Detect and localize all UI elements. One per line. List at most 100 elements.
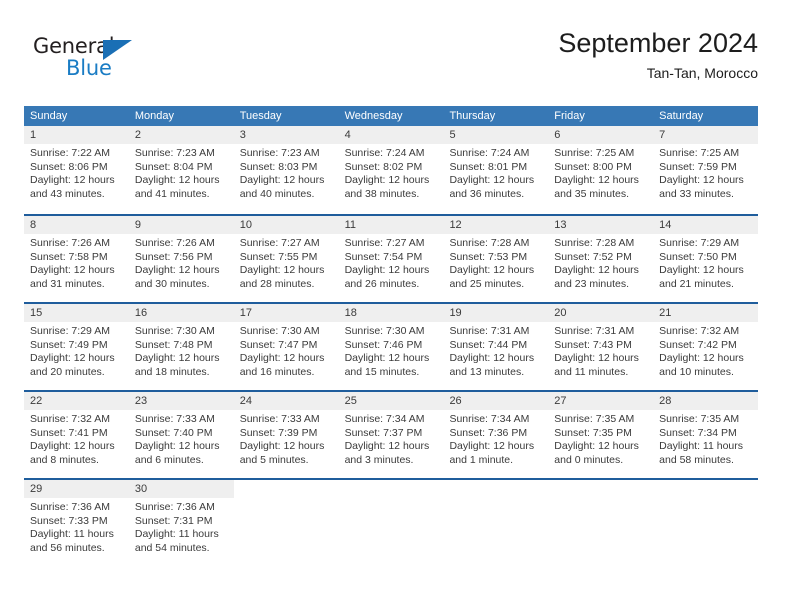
- daylight-text: Daylight: 11 hours: [659, 440, 744, 453]
- daylight-text-cont: and 26 minutes.: [344, 277, 420, 290]
- calendar-day-cell[interactable]: 20 Sunrise: 7:31 AM Sunset: 7:43 PM Dayligh…: [548, 304, 654, 390]
- daylight-text: Daylight: 12 hours: [344, 264, 430, 277]
- day-number-band: 24: [233, 392, 339, 410]
- calendar-day-cell[interactable]: 22 Sunrise: 7:32 AM Sunset: 7:41 PM Dayligh…: [24, 392, 129, 478]
- calendar-day-cell[interactable]: 7 Sunrise: 7:25 AM Sunset: 7:59 PM Daylight…: [653, 126, 759, 214]
- calendar-day-cell[interactable]: 4 Sunrise: 7:24 AM Sunset: 8:02 PM Daylight…: [338, 126, 444, 214]
- day-number-band: 30: [128, 480, 234, 498]
- day-number-band: 15: [24, 304, 129, 322]
- weekday-header-wednesday: Wednesday: [344, 110, 403, 122]
- calendar-day-cell[interactable]: 17 Sunrise: 7:30 AM Sunset: 7:47 PM Dayligh…: [233, 304, 339, 390]
- daylight-text-cont: and 18 minutes.: [134, 365, 210, 378]
- calendar-week-row: 15 Sunrise: 7:29 AM Sunset: 7:49 PM Dayligh…: [24, 302, 759, 390]
- sunset-text: Sunset: 7:55 PM: [239, 250, 318, 263]
- day-number-band: 8: [24, 216, 129, 234]
- daylight-text: Daylight: 12 hours: [134, 440, 220, 453]
- calendar-day-cell[interactable]: 5 Sunrise: 7:24 AM Sunset: 8:01 PM Daylight…: [443, 126, 549, 214]
- calendar-day-cell[interactable]: 28 Sunrise: 7:35 AM Sunset: 7:34 PM Dayligh…: [653, 392, 759, 478]
- day-details: Sunrise: 7:22 AM Sunset: 8:06 PM Daylight:…: [24, 144, 129, 201]
- day-number: 2: [134, 129, 141, 141]
- weekday-header-friday: Friday: [554, 110, 585, 122]
- day-number: 10: [239, 219, 252, 231]
- calendar-day-cell[interactable]: 6 Sunrise: 7:25 AM Sunset: 8:00 PM Daylight…: [548, 126, 654, 214]
- calendar-day-cell[interactable]: 24 Sunrise: 7:33 AM Sunset: 7:39 PM Dayligh…: [233, 392, 339, 478]
- day-number: 13: [554, 219, 567, 231]
- sunset-text: Sunset: 7:33 PM: [30, 514, 108, 527]
- day-number: 26: [449, 395, 462, 407]
- sunrise-text: Sunrise: 7:34 AM: [449, 413, 530, 425]
- calendar-day-cell[interactable]: 25 Sunrise: 7:34 AM Sunset: 7:37 PM Dayligh…: [338, 392, 444, 478]
- calendar-day-cell[interactable]: 16 Sunrise: 7:30 AM Sunset: 7:48 PM Dayligh…: [128, 304, 234, 390]
- calendar-day-cell[interactable]: 26 Sunrise: 7:34 AM Sunset: 7:36 PM Dayligh…: [443, 392, 549, 478]
- sunset-text: Sunset: 7:46 PM: [344, 338, 423, 351]
- day-details: [443, 498, 548, 501]
- day-details: Sunrise: 7:27 AM Sunset: 7:55 PM Daylight:…: [234, 234, 339, 291]
- calendar-day-cell[interactable]: 29 Sunrise: 7:36 AM Sunset: 7:33 PM Dayligh…: [24, 480, 129, 566]
- day-number-band: 13: [548, 216, 654, 234]
- daylight-text: Daylight: 11 hours: [30, 528, 114, 541]
- day-number: 22: [30, 395, 43, 407]
- calendar-day-cell[interactable]: 13 Sunrise: 7:28 AM Sunset: 7:52 PM Dayligh…: [548, 216, 654, 302]
- day-number-band: [548, 480, 654, 498]
- day-number-band: 6: [548, 126, 654, 144]
- calendar-day-cell[interactable]: 3 Sunrise: 7:23 AM Sunset: 8:03 PM Daylight…: [233, 126, 339, 214]
- calendar-day-cell[interactable]: 8 Sunrise: 7:26 AM Sunset: 7:58 PM Daylight…: [24, 216, 129, 302]
- day-number: 1: [30, 129, 37, 141]
- day-details: Sunrise: 7:24 AM Sunset: 8:01 PM Daylight:…: [443, 144, 548, 201]
- calendar-day-cell[interactable]: 2 Sunrise: 7:23 AM Sunset: 8:04 PM Daylight…: [128, 126, 234, 214]
- day-number: 21: [659, 307, 672, 319]
- day-details: Sunrise: 7:33 AM Sunset: 7:40 PM Daylight:…: [129, 410, 234, 467]
- calendar-day-cell[interactable]: 27 Sunrise: 7:35 AM Sunset: 7:35 PM Dayligh…: [548, 392, 654, 478]
- weekday-header-row: Sunday Monday Tuesday Wednesday Thursday Frid…: [24, 106, 758, 126]
- day-number: 4: [344, 129, 351, 141]
- day-details: Sunrise: 7:32 AM Sunset: 7:42 PM Daylight:…: [653, 322, 758, 379]
- daylight-text-cont: and 5 minutes.: [239, 453, 309, 466]
- sunset-text: Sunset: 7:52 PM: [554, 250, 632, 263]
- day-number-band: 2: [128, 126, 234, 144]
- sunrise-text: Sunrise: 7:32 AM: [659, 325, 740, 337]
- calendar-day-cell[interactable]: 18 Sunrise: 7:30 AM Sunset: 7:46 PM Dayligh…: [338, 304, 444, 390]
- day-number: 30: [134, 483, 148, 495]
- day-details: Sunrise: 7:25 AM Sunset: 7:59 PM Daylight:…: [653, 144, 758, 201]
- daylight-text: Daylight: 12 hours: [659, 174, 744, 187]
- daylight-text: Daylight: 12 hours: [449, 352, 535, 365]
- day-number: 23: [134, 395, 148, 407]
- daylight-text-cont: and 16 minutes.: [239, 365, 315, 378]
- calendar-day-cell[interactable]: 21 Sunrise: 7:32 AM Sunset: 7:42 PM Dayligh…: [653, 304, 759, 390]
- calendar-day-cell[interactable]: 1 Sunrise: 7:22 AM Sunset: 8:06 PM Daylight…: [24, 126, 129, 214]
- sunset-text: Sunset: 8:01 PM: [449, 160, 528, 173]
- sunrise-text: Sunrise: 7:31 AM: [554, 325, 635, 337]
- daylight-text: Daylight: 12 hours: [134, 174, 220, 187]
- day-number-band: 26: [443, 392, 549, 410]
- day-number: 20: [554, 307, 567, 319]
- sunset-text: Sunset: 8:00 PM: [554, 160, 632, 173]
- calendar-day-cell[interactable]: 15 Sunrise: 7:29 AM Sunset: 7:49 PM Dayligh…: [24, 304, 129, 390]
- day-number: 17: [239, 307, 252, 319]
- calendar-day-cell[interactable]: 11 Sunrise: 7:27 AM Sunset: 7:54 PM Dayligh…: [338, 216, 444, 302]
- daylight-text: Daylight: 12 hours: [659, 352, 744, 365]
- daylight-text-cont: and 36 minutes.: [449, 187, 525, 200]
- sunset-text: Sunset: 7:53 PM: [449, 250, 528, 263]
- sunset-text: Sunset: 7:31 PM: [134, 514, 213, 527]
- daylight-text: Daylight: 12 hours: [344, 440, 430, 453]
- day-number-band: 10: [233, 216, 339, 234]
- day-details: [339, 498, 444, 501]
- calendar-day-cell[interactable]: 30 Sunrise: 7:36 AM Sunset: 7:31 PM Dayligh…: [128, 480, 234, 566]
- sunset-text: Sunset: 7:34 PM: [659, 426, 737, 439]
- daylight-text: Daylight: 12 hours: [449, 440, 535, 453]
- calendar-day-cell[interactable]: 12 Sunrise: 7:28 AM Sunset: 7:53 PM Dayligh…: [443, 216, 549, 302]
- calendar-day-cell[interactable]: 23 Sunrise: 7:33 AM Sunset: 7:40 PM Dayligh…: [128, 392, 234, 478]
- calendar-day-cell[interactable]: 10 Sunrise: 7:27 AM Sunset: 7:55 PM Dayligh…: [233, 216, 339, 302]
- calendar-day-cell[interactable]: 14 Sunrise: 7:29 AM Sunset: 7:50 PM Dayligh…: [653, 216, 759, 302]
- day-details: Sunrise: 7:28 AM Sunset: 7:53 PM Daylight:…: [443, 234, 548, 291]
- sunrise-text: Sunrise: 7:23 AM: [239, 147, 320, 159]
- calendar-day-cell[interactable]: 9 Sunrise: 7:26 AM Sunset: 7:56 PM Daylight…: [128, 216, 234, 302]
- sunrise-text: Sunrise: 7:25 AM: [554, 147, 635, 159]
- calendar-day-cell-empty: [338, 480, 444, 566]
- logo-text-blue: Blue: [66, 56, 112, 80]
- calendar-day-cell[interactable]: 19 Sunrise: 7:31 AM Sunset: 7:44 PM Dayligh…: [443, 304, 549, 390]
- calendar-day-cell-empty: [233, 480, 339, 566]
- sunset-text: Sunset: 7:58 PM: [30, 250, 108, 263]
- day-number: 24: [239, 395, 252, 407]
- day-details: Sunrise: 7:32 AM Sunset: 7:41 PM Daylight:…: [24, 410, 129, 467]
